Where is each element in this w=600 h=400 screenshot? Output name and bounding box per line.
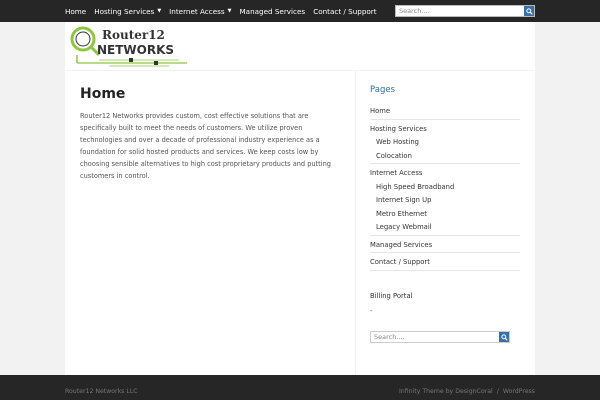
sidebar-item-metro-ethernet[interactable]: Metro Ethernet <box>370 208 520 222</box>
sidebar-item-high-speed-broadband[interactable]: High Speed Broadband <box>370 181 520 195</box>
nav-home[interactable]: Home <box>65 7 86 16</box>
divider <box>370 269 520 274</box>
sidebar-item-hosting-services[interactable]: Hosting Services <box>370 123 520 137</box>
theme-credit-link[interactable]: Infinity Theme by DesignCoral <box>399 388 493 395</box>
nav-managed-services[interactable]: Managed Services <box>239 7 305 16</box>
sidebar-item-contact-support[interactable]: Contact / Support <box>370 256 520 270</box>
page-body-text: Router12 Networks provides custom, cost … <box>80 112 331 180</box>
footer-copyright: Router12 Networks LLC <box>65 388 138 395</box>
sidebar-item-managed-services[interactable]: Managed Services <box>370 239 520 253</box>
sidebar-pages-list: Home Hosting Services Web Hosting Coloca… <box>370 105 520 274</box>
sidebar-item-internet-access[interactable]: Internet Access <box>370 167 520 181</box>
top-nav-bar: Home Hosting Services ▼ Internet Access ▼ … <box>0 0 600 22</box>
site-header: Router12 NETWORKS <box>65 22 535 70</box>
main-menu: Home Hosting Services ▼ Internet Access ▼ … <box>65 0 385 22</box>
sidebar-item-legacy-webmail[interactable]: Legacy Webmail <box>370 221 520 235</box>
main-content: Home Router12 Networks provides custom, … <box>65 71 355 375</box>
footer-separator: / <box>496 388 499 395</box>
site-footer: Router12 Networks LLC Infinity Theme by … <box>0 375 600 400</box>
sidebar-search: Search.... <box>370 331 510 343</box>
sidebar-title: Pages <box>370 85 396 95</box>
logo-line-1: Router12 <box>102 28 165 42</box>
nav-hosting-services[interactable]: Hosting Services ▼ <box>94 7 161 16</box>
header-search: Search.... <box>395 5 535 17</box>
caret-down-icon: ▼ <box>227 8 232 14</box>
sidebar-item-internet-sign-up[interactable]: Internet Sign Up <box>370 194 520 208</box>
sidebar: Pages Home Hosting Services Web Hosting … <box>356 71 535 375</box>
sidebar-search-input[interactable]: Search.... <box>374 332 496 342</box>
nav-contact-support[interactable]: Contact / Support <box>313 7 376 16</box>
wordpress-link[interactable]: WordPress <box>503 388 535 395</box>
caret-down-icon: ▼ <box>157 8 162 14</box>
search-icon <box>525 7 533 15</box>
logo-line-2: NETWORKS <box>97 43 174 57</box>
sidebar-item-home[interactable]: Home <box>370 105 520 119</box>
page-title: Home <box>80 86 126 102</box>
footer-credits: Infinity Theme by DesignCoral / WordPres… <box>395 388 535 395</box>
billing-portal-link[interactable]: Billing Portal <box>370 292 413 300</box>
search-icon <box>500 333 508 341</box>
sidebar-search-button[interactable] <box>499 332 509 342</box>
sidebar-item-colocation[interactable]: Colocation <box>370 150 520 164</box>
header-search-input[interactable]: Search.... <box>399 6 521 16</box>
sidebar-dash: - <box>370 307 373 315</box>
nav-internet-access[interactable]: Internet Access ▼ <box>169 7 231 16</box>
router12-logo[interactable]: Router12 NETWORKS <box>69 25 189 67</box>
header-search-button[interactable] <box>524 6 534 16</box>
sidebar-item-web-hosting[interactable]: Web Hosting <box>370 136 520 150</box>
